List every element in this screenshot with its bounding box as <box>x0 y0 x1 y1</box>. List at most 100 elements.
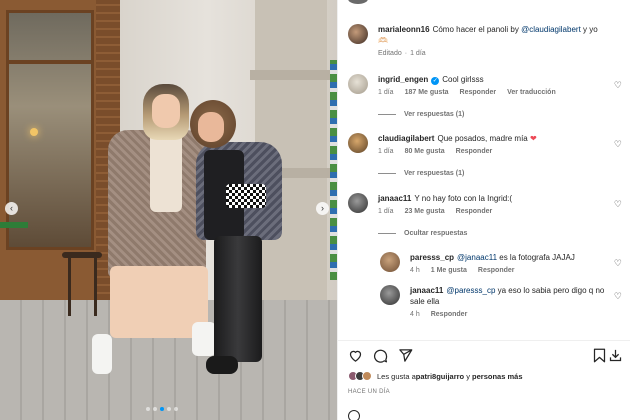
reply-body: es la fotografa JAJAJ <box>497 253 575 262</box>
reply-mention[interactable]: @janaac11 <box>457 253 497 262</box>
post-timestamp: HACE UN DÍA <box>348 389 390 395</box>
view-replies-label: Ver respuestas (1) <box>404 170 465 177</box>
hide-replies-label: Ocultar respuestas <box>404 230 468 237</box>
shop-lamp <box>30 128 38 136</box>
comment-username[interactable]: ingrid_engen <box>378 75 428 84</box>
comment-likes[interactable]: 23 Me gusta <box>405 208 445 215</box>
caption-meta: Editado · 1 día <box>378 50 618 57</box>
replies-line <box>378 173 396 174</box>
avatar[interactable] <box>380 252 400 272</box>
reply-likes[interactable]: 1 Me gusta <box>431 267 467 274</box>
carousel-dot <box>174 407 178 411</box>
likes-suffix: y <box>464 371 473 381</box>
comment-body: Que posados, madre mía <box>437 134 528 143</box>
share-icon[interactable] <box>398 348 413 363</box>
reply: janaac11 @paresss_cp ya eso lo sabia pero… <box>380 285 606 318</box>
comment-time: 1 día <box>378 89 394 96</box>
comment-time: 1 día <box>378 208 394 215</box>
caption-text: marialeonn16 Cómo hacer el panoli by @cla… <box>378 24 618 46</box>
checkered-bag <box>226 184 266 208</box>
stool-leg <box>68 258 71 316</box>
person-right-pants <box>214 236 262 362</box>
comment: claudiagilabert Que posados, madre mía ❤ … <box>348 133 537 155</box>
avatar[interactable] <box>348 193 368 213</box>
person-left-shoe <box>92 334 112 374</box>
reply-meta: 4 h 1 Me gusta Responder <box>410 267 575 274</box>
reply-text: janaac11 @paresss_cp ya eso lo sabia pero… <box>410 285 606 307</box>
comments-panel: marialeonn16 Cómo hacer el panoli by @cla… <box>337 0 630 420</box>
comment-icon[interactable] <box>373 348 388 363</box>
heart-outline-icon[interactable] <box>348 348 363 363</box>
hide-replies-button[interactable]: Ocultar respuestas <box>378 230 467 237</box>
reply-like-heart-icon[interactable]: ♡ <box>614 291 622 302</box>
comment-meta: 1 día 187 Me gusta Responder Ver traducc… <box>378 89 556 96</box>
caption-emoji: 🫶🏻 <box>378 36 388 45</box>
caption-time: 1 día <box>410 50 426 57</box>
stool-leg <box>94 258 97 316</box>
avatar <box>348 0 368 4</box>
comment-username[interactable]: janaac11 <box>378 194 411 203</box>
action-icons <box>348 348 413 363</box>
caption-body-end: y yo <box>580 25 598 34</box>
post-photo[interactable]: ‹ › <box>0 0 337 420</box>
comment-like-heart-icon[interactable]: ♡ <box>614 80 622 91</box>
replies-line <box>378 233 396 234</box>
carousel-dot <box>167 407 171 411</box>
stone-band <box>250 70 330 80</box>
reply-button[interactable]: Responder <box>456 208 493 215</box>
bookmark-icon[interactable] <box>592 348 607 363</box>
translate-button[interactable]: Ver traducción <box>507 89 556 96</box>
shop-window <box>6 10 94 250</box>
carousel-prev-button[interactable]: ‹ <box>5 202 18 215</box>
comment: ingrid_engen ✓ Cool girlsss 1 día 187 Me g… <box>348 74 556 96</box>
reply-like-heart-icon[interactable]: ♡ <box>614 258 622 269</box>
reply-button[interactable]: Responder <box>431 311 468 318</box>
caption-body: Cómo hacer el panoli by <box>432 25 522 34</box>
emoji-icon[interactable] <box>348 410 360 420</box>
comment-meta: 1 día 23 Me gusta Responder <box>378 208 512 215</box>
comment-like-heart-icon[interactable]: ♡ <box>614 199 622 210</box>
person-left-shoe <box>192 322 216 356</box>
comment-text: ingrid_engen ✓ Cool girlsss <box>378 74 556 85</box>
carousel-dot <box>146 407 150 411</box>
carousel-dot <box>160 407 164 411</box>
avatar[interactable] <box>348 24 368 44</box>
avatar[interactable] <box>348 74 368 94</box>
verified-badge-icon: ✓ <box>431 77 440 85</box>
carousel-next-button[interactable]: › <box>316 202 329 215</box>
likes-user[interactable]: patri8guijarro <box>416 372 464 381</box>
reply-mention[interactable]: @paresss_cp <box>446 286 495 295</box>
avatar[interactable] <box>380 285 400 305</box>
comment-likes[interactable]: 187 Me gusta <box>405 89 449 96</box>
more-options-icon[interactable] <box>608 348 623 363</box>
comment-username[interactable]: claudiagilabert <box>378 134 434 143</box>
comment-like-heart-icon[interactable]: ♡ <box>614 139 622 150</box>
reply-username[interactable]: paresss_cp <box>410 253 454 262</box>
likes-others[interactable]: personas más <box>472 372 522 381</box>
street-pole <box>330 60 337 280</box>
comment-text: claudiagilabert Que posados, madre mía ❤ <box>378 133 537 144</box>
reply-button[interactable]: Responder <box>460 89 497 96</box>
comment-time: 1 día <box>378 148 394 155</box>
caption-username[interactable]: marialeonn16 <box>378 25 430 34</box>
post-actions <box>338 340 630 363</box>
person-left-sweater <box>150 132 182 212</box>
reply-username[interactable]: janaac11 <box>410 286 443 295</box>
view-replies-button[interactable]: Ver respuestas (1) <box>378 111 464 118</box>
reply-button[interactable]: Responder <box>478 267 515 274</box>
likes-prefix: Les gusta a <box>377 371 416 381</box>
reply: paresss_cp @janaac11 es la fotografa JAJA… <box>380 252 575 274</box>
avatar[interactable] <box>348 133 368 153</box>
person-right-shoe <box>206 356 238 374</box>
comment-meta: 1 día 80 Me gusta Responder <box>378 148 537 155</box>
comment-likes[interactable]: 80 Me gusta <box>405 148 445 155</box>
edited-label: Editado <box>378 50 402 57</box>
caption: marialeonn16 Cómo hacer el panoli by @cla… <box>348 24 618 57</box>
comment-text: janaac11 Y no hay foto con la Ingrid:( <box>378 193 512 204</box>
replies-line <box>378 114 396 115</box>
reply-button[interactable]: Responder <box>456 148 493 155</box>
caption-mention[interactable]: @claudiagilabert <box>521 25 581 34</box>
view-replies-button[interactable]: Ver respuestas (1) <box>378 170 464 177</box>
carousel-dots <box>146 407 178 411</box>
reply-time: 4 h <box>410 267 420 274</box>
